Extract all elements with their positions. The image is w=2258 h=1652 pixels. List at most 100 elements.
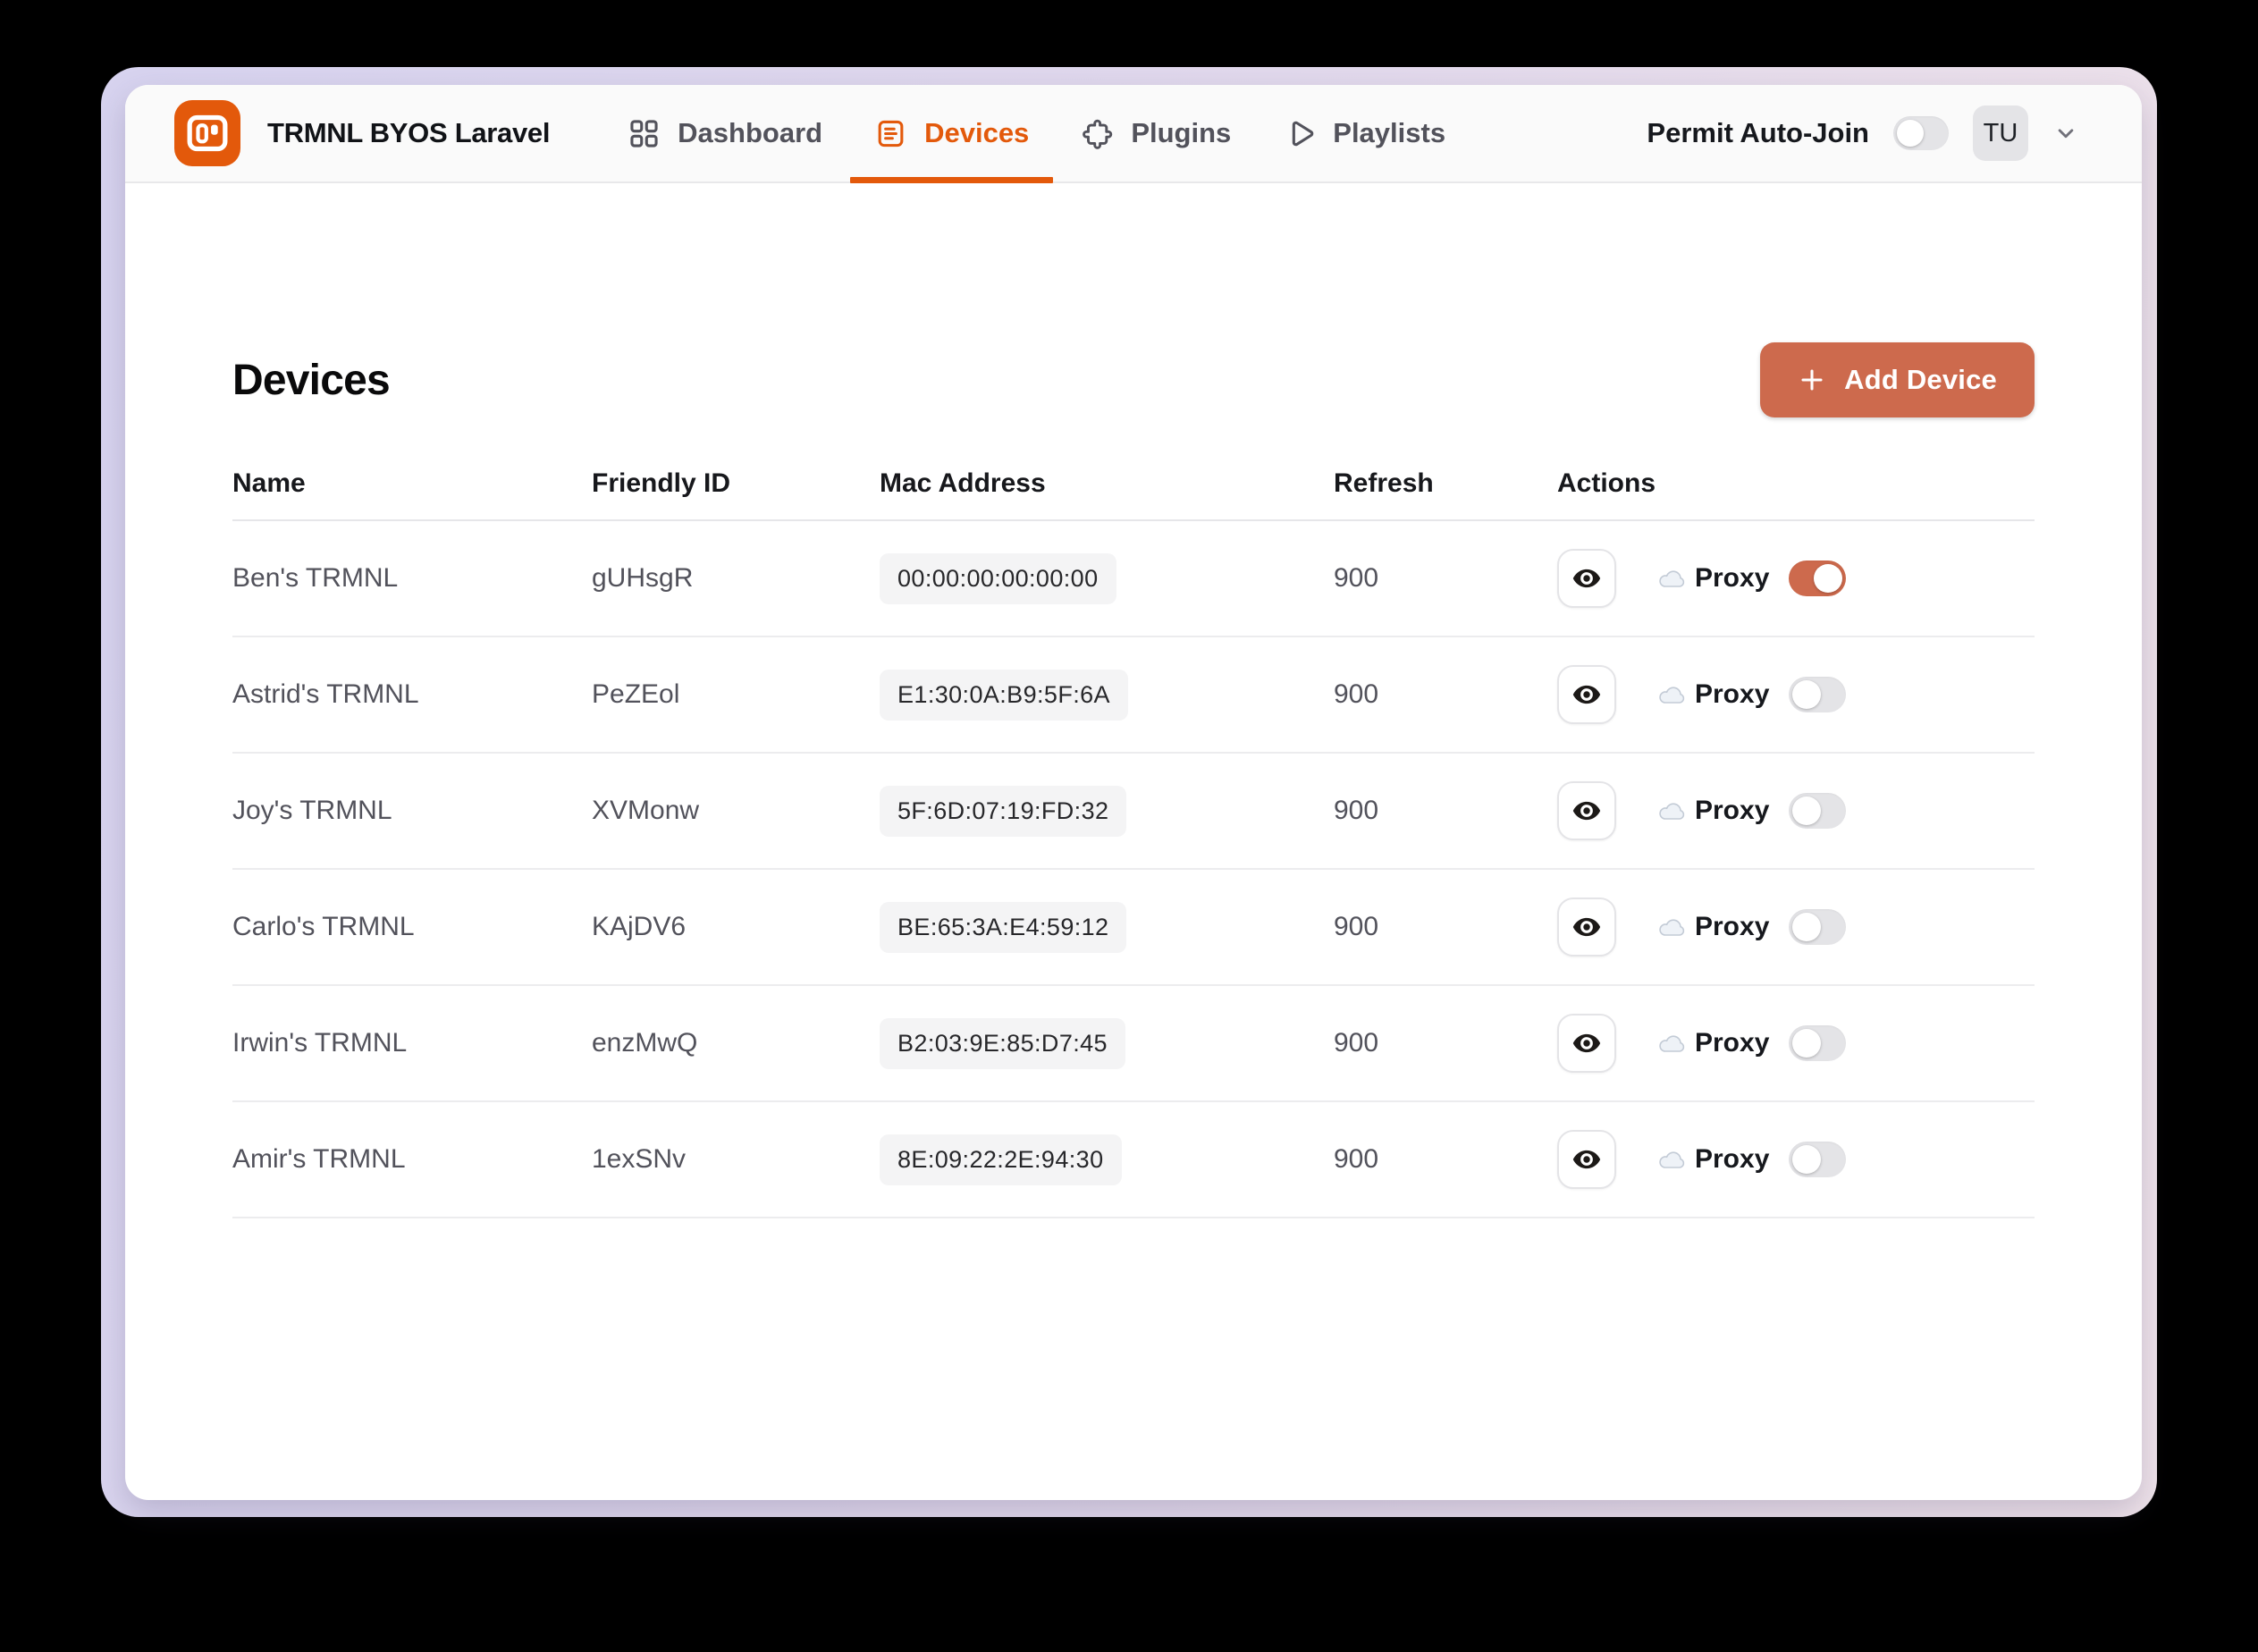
eye-icon	[1572, 1033, 1601, 1053]
grid-icon	[630, 119, 658, 148]
mac-address-pill: BE:65:3A:E4:59:12	[880, 901, 1127, 953]
eye-icon	[1572, 569, 1601, 588]
nav-item-dashboard[interactable]: Dashboard	[602, 85, 848, 181]
proxy-toggle[interactable]	[1789, 793, 1847, 829]
table-row: Joy's TRMNL XVMonw 5F:6D:07:19:FD:32 900…	[232, 754, 2035, 870]
eye-icon	[1572, 1150, 1601, 1169]
nav-item-plugins[interactable]: Plugins	[1055, 85, 1257, 181]
avatar[interactable]: TU	[1973, 105, 2028, 161]
toggle-knob	[1897, 120, 1924, 147]
device-name: Amir's TRMNL	[232, 1144, 406, 1174]
refresh-value: 900	[1334, 1028, 1379, 1058]
page-title: Devices	[232, 356, 391, 404]
plus-icon	[1801, 369, 1823, 391]
brand[interactable]: TRMNL BYOS Laravel	[174, 100, 550, 166]
add-device-label: Add Device	[1844, 364, 1997, 395]
mac-address-pill: 8E:09:22:2E:94:30	[880, 1134, 1122, 1185]
eye-icon	[1572, 917, 1601, 937]
view-device-button[interactable]	[1557, 898, 1616, 957]
puzzle-icon	[1083, 119, 1113, 149]
col-header-mac-address: Mac Address	[880, 468, 1046, 498]
app-title: TRMNL BYOS Laravel	[267, 117, 551, 148]
proxy-toggle[interactable]	[1789, 1142, 1847, 1177]
toggle-knob	[1792, 1145, 1822, 1174]
device-name: Carlo's TRMNL	[232, 912, 415, 941]
permit-auto-join-toggle[interactable]	[1893, 116, 1949, 150]
nav-item-devices[interactable]: Devices	[848, 85, 1055, 183]
toggle-knob	[1792, 1029, 1822, 1058]
user-menu-chevron[interactable]	[2052, 120, 2079, 147]
app-header: TRMNL BYOS Laravel Dashboard Devices Plu…	[125, 85, 2142, 183]
table-body: Ben's TRMNL gUHsgR 00:00:00:00:00:00 900…	[232, 521, 2035, 1218]
row-actions: Proxy	[1557, 1130, 2035, 1189]
cloud-icon	[1657, 916, 1686, 938]
view-device-button[interactable]	[1557, 1014, 1616, 1073]
row-actions: Proxy	[1557, 781, 2035, 840]
nav-label: Dashboard	[678, 117, 823, 148]
avatar-initials: TU	[1983, 118, 2018, 148]
view-device-button[interactable]	[1557, 781, 1616, 840]
nav-label: Plugins	[1131, 117, 1232, 148]
device-friendly-id: PeZEol	[592, 679, 680, 709]
proxy-label: Proxy	[1695, 679, 1770, 709]
refresh-value: 900	[1334, 679, 1379, 709]
table-header-row: Name Friendly ID Mac Address Refresh Act…	[232, 448, 2035, 521]
main-nav: Dashboard Devices Plugins Playlists	[602, 85, 1471, 183]
proxy-label: Proxy	[1695, 563, 1770, 593]
proxy-toggle[interactable]	[1789, 909, 1847, 945]
toggle-knob	[1792, 680, 1822, 709]
device-name: Irwin's TRMNL	[232, 1028, 408, 1058]
table-row: Irwin's TRMNL enzMwQ B2:03:9E:85:D7:45 9…	[232, 986, 2035, 1102]
col-header-refresh: Refresh	[1334, 468, 1434, 498]
proxy-label: Proxy	[1695, 1028, 1770, 1058]
desktop-window-frame: TRMNL BYOS Laravel Dashboard Devices Plu…	[101, 67, 2157, 1517]
proxy-label: Proxy	[1695, 796, 1770, 825]
table-row: Amir's TRMNL 1exSNv 8E:09:22:2E:94:30 90…	[232, 1102, 2035, 1218]
nav-label: Playlists	[1333, 117, 1446, 148]
toggle-knob	[1792, 796, 1822, 825]
mac-address-pill: E1:30:0A:B9:5F:6A	[880, 669, 1128, 721]
table-row: Ben's TRMNL gUHsgR 00:00:00:00:00:00 900…	[232, 521, 2035, 637]
cloud-icon	[1657, 568, 1686, 589]
col-header-actions: Actions	[1557, 468, 1656, 498]
device-name: Astrid's TRMNL	[232, 679, 419, 709]
proxy-label: Proxy	[1695, 1144, 1770, 1174]
row-actions: Proxy	[1557, 898, 2035, 957]
view-device-button[interactable]	[1557, 665, 1616, 724]
eye-icon	[1572, 801, 1601, 821]
cloud-icon	[1657, 1032, 1686, 1054]
add-device-button[interactable]: Add Device	[1760, 342, 2035, 417]
nav-item-playlists[interactable]: Playlists	[1257, 85, 1471, 181]
mac-address-pill: B2:03:9E:85:D7:45	[880, 1017, 1125, 1069]
permit-auto-join-label: Permit Auto-Join	[1647, 117, 1869, 148]
device-friendly-id: KAjDV6	[592, 912, 687, 941]
refresh-value: 900	[1334, 563, 1379, 593]
mac-address-pill: 00:00:00:00:00:00	[880, 552, 1116, 604]
eye-icon	[1572, 685, 1601, 704]
table-row: Astrid's TRMNL PeZEol E1:30:0A:B9:5F:6A …	[232, 637, 2035, 754]
proxy-toggle[interactable]	[1789, 1025, 1847, 1061]
nav-label: Devices	[924, 117, 1030, 148]
main-content: Devices Add Device Name Friendly ID Mac …	[125, 183, 2142, 1500]
chevron-down-icon	[2058, 129, 2074, 139]
col-header-friendly-id: Friendly ID	[592, 468, 731, 498]
refresh-value: 900	[1334, 912, 1379, 941]
header-right: Permit Auto-Join TU	[1647, 105, 2079, 161]
refresh-value: 900	[1334, 796, 1379, 825]
row-actions: Proxy	[1557, 665, 2035, 724]
cloud-icon	[1657, 800, 1686, 822]
device-friendly-id: XVMonw	[592, 796, 700, 825]
device-name: Ben's TRMNL	[232, 563, 399, 593]
proxy-toggle[interactable]	[1789, 677, 1847, 712]
list-icon	[878, 120, 904, 147]
device-friendly-id: 1exSNv	[592, 1144, 687, 1174]
view-device-button[interactable]	[1557, 549, 1616, 608]
toggle-knob	[1814, 564, 1843, 593]
row-actions: Proxy	[1557, 549, 2035, 608]
active-tab-underline	[850, 177, 1054, 183]
cloud-icon	[1657, 684, 1686, 705]
toggle-knob	[1792, 913, 1822, 941]
proxy-toggle[interactable]	[1789, 560, 1847, 596]
mac-address-pill: 5F:6D:07:19:FD:32	[880, 785, 1127, 837]
view-device-button[interactable]	[1557, 1130, 1616, 1189]
